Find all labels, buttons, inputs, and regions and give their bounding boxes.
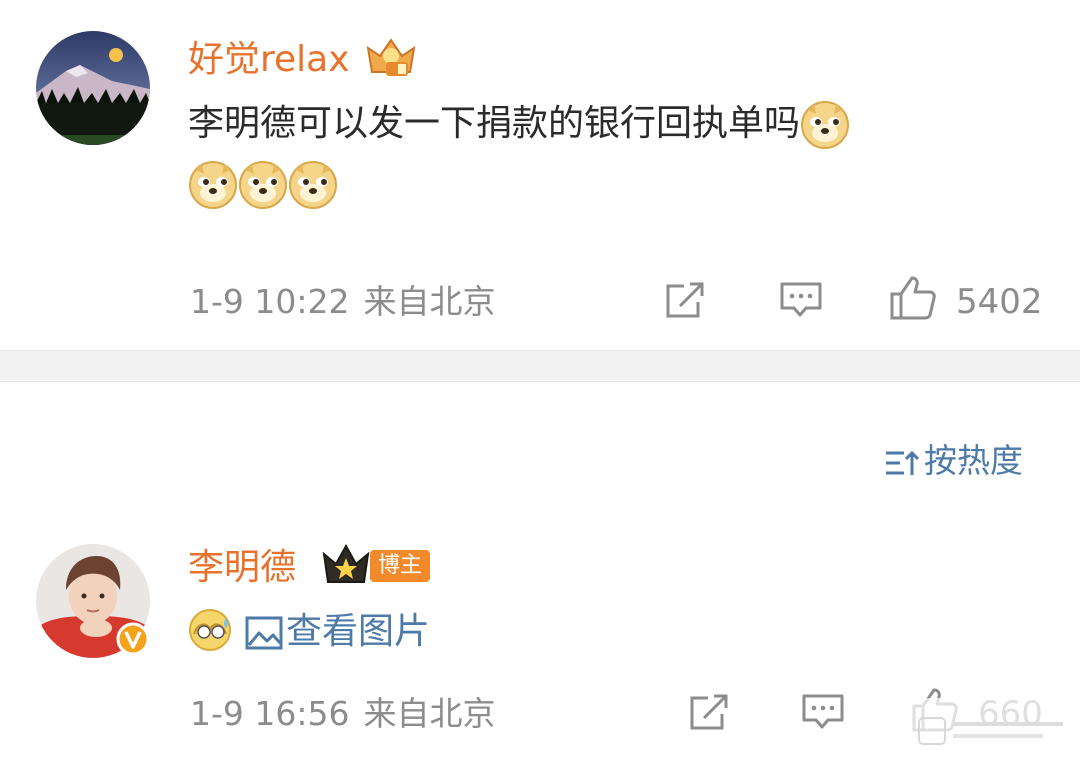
emoji-row	[188, 160, 338, 210]
watermark-logo	[918, 717, 1063, 745]
doge-emoji-icon	[188, 160, 238, 210]
image-icon	[245, 616, 283, 650]
username[interactable]: 李明德	[188, 546, 296, 590]
blogger-badge: 博主	[370, 550, 430, 582]
doge-emoji-icon	[800, 100, 850, 150]
comment-item: 好觉relax 李明德可以发一下捐款的银行回执单吗 1-9 10:22 来自北京 …	[0, 0, 1080, 350]
view-image-label: 查看图片	[286, 611, 431, 652]
comment-time: 1-9 10:22	[190, 282, 350, 321]
doge-emoji-icon	[238, 160, 288, 210]
verified-v-icon	[116, 622, 150, 656]
like-count: 5402	[956, 282, 1043, 322]
comment-text: 李明德可以发一下捐款的银行回执单吗	[188, 100, 850, 150]
reply-comment-icon[interactable]	[800, 692, 846, 732]
view-image-link[interactable]: 查看图片	[188, 608, 430, 658]
comment-location: 来自北京	[363, 694, 496, 733]
sort-icon	[886, 450, 920, 475]
comment-time: 1-9 16:56	[190, 694, 350, 733]
avatar-mountain-image	[36, 31, 150, 145]
comment-body: 李明德可以发一下捐款的银行回执单吗	[188, 103, 801, 144]
comment-location: 来自北京	[363, 282, 496, 321]
reply-comment-icon[interactable]	[778, 280, 824, 320]
section-divider	[0, 350, 1080, 382]
avatar[interactable]	[36, 31, 150, 145]
crown-icon	[322, 543, 370, 583]
sweat-facepalm-emoji-icon	[188, 608, 238, 658]
username[interactable]: 好觉relax	[188, 38, 350, 82]
vip-crown-icon	[366, 38, 416, 76]
share-icon[interactable]	[664, 280, 708, 320]
comment-meta: 1-9 10:22 来自北京	[190, 282, 496, 322]
like-thumb-icon[interactable]	[888, 274, 938, 322]
share-icon[interactable]	[688, 692, 732, 732]
sort-by-hot-button[interactable]: 按热度	[884, 440, 1023, 482]
watermark-overlay	[905, 698, 1075, 764]
sort-label: 按热度	[924, 441, 1023, 480]
comment-meta: 1-9 16:56 来自北京	[190, 694, 496, 734]
doge-emoji-icon	[288, 160, 338, 210]
